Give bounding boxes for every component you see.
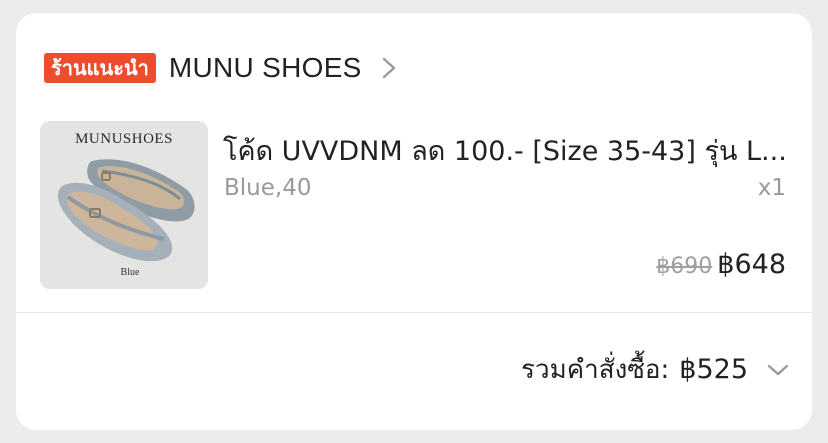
divider xyxy=(16,312,812,313)
image-caption-text: Blue xyxy=(121,267,140,278)
order-total-row[interactable]: รวมคำสั่งซื้อ: ฿525 xyxy=(521,349,790,390)
order-total-value: ฿525 xyxy=(679,354,748,385)
product-image[interactable]: MUNUSHOES Blue xyxy=(40,121,208,289)
price-row: ฿690 ฿648 xyxy=(656,249,786,280)
product-title[interactable]: โค้ด UVVDNM ลด 100.- [Size 35-43] รุ่น L… xyxy=(223,129,788,172)
product-variant: Blue,40 xyxy=(224,175,312,201)
order-total-label: รวมคำสั่งซื้อ: xyxy=(521,355,670,385)
order-card: ร้านแนะนำ MUNU SHOES MUNUSHOES Blue โค้ด… xyxy=(16,13,812,430)
original-price: ฿690 xyxy=(656,254,713,279)
shop-name[interactable]: MUNU SHOES xyxy=(169,52,362,84)
product-quantity: x1 xyxy=(757,175,786,201)
shop-header[interactable]: ร้านแนะนำ MUNU SHOES xyxy=(44,51,398,85)
sale-price: ฿648 xyxy=(717,249,786,280)
image-brand-text: MUNUSHOES xyxy=(75,131,173,147)
chevron-down-icon[interactable] xyxy=(766,362,790,378)
shoe-image: MUNUSHOES Blue xyxy=(40,121,208,289)
chevron-right-icon[interactable] xyxy=(380,57,398,79)
recommended-shop-badge: ร้านแนะนำ xyxy=(44,53,156,83)
